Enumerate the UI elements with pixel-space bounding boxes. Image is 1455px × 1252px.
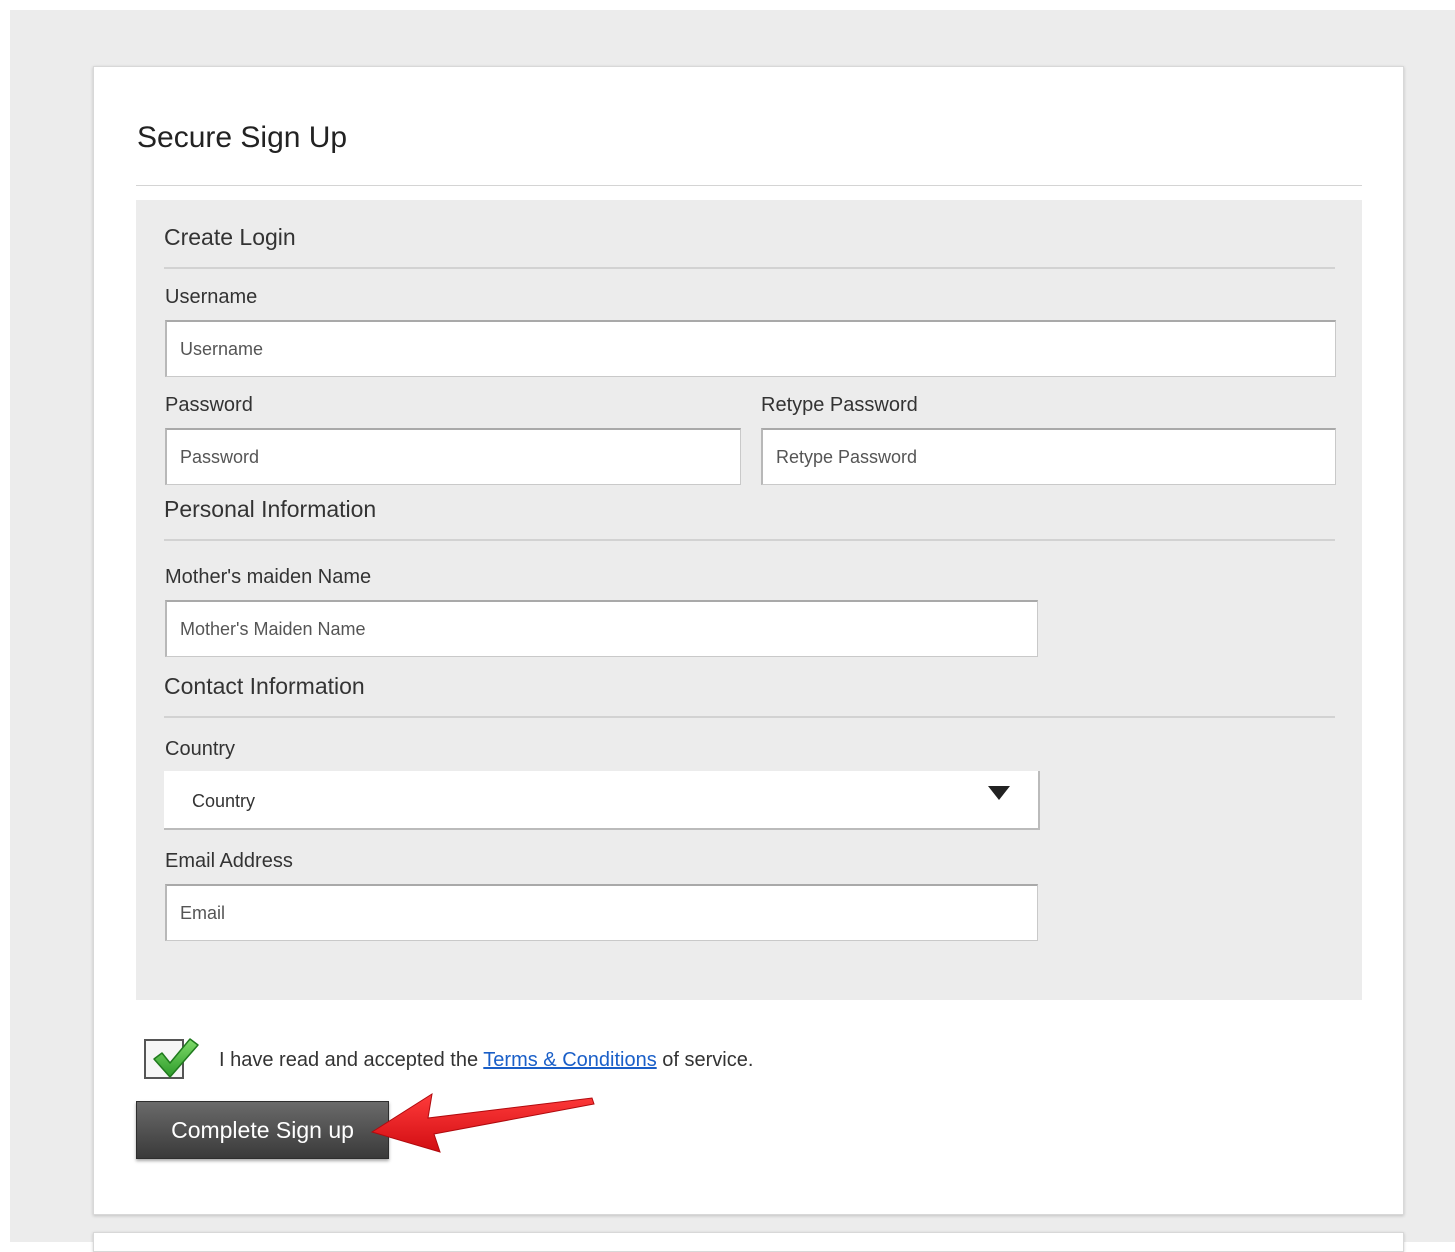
- green-checkmark-icon: [153, 1038, 199, 1078]
- section-divider: [164, 716, 1335, 718]
- signup-card: Secure Sign Up Create Login Username Pas…: [93, 66, 1404, 1215]
- username-label: Username: [165, 286, 258, 308]
- country-select-value: Country: [192, 791, 256, 811]
- retype-password-input[interactable]: [761, 428, 1336, 485]
- country-label: Country: [165, 738, 236, 760]
- complete-signup-button[interactable]: Complete Sign up: [136, 1101, 389, 1159]
- maiden-name-input[interactable]: [165, 600, 1038, 657]
- maiden-name-label: Mother's maiden Name: [165, 566, 372, 588]
- password-input[interactable]: [165, 428, 741, 485]
- terms-suffix: of service.: [662, 1049, 754, 1071]
- country-select[interactable]: Country: [164, 771, 1040, 830]
- title-divider: [136, 185, 1362, 186]
- email-label: Email Address: [165, 850, 293, 872]
- section-divider: [164, 539, 1335, 541]
- terms-checkbox[interactable]: [144, 1038, 199, 1079]
- signup-form-panel: Create Login Username Password Retype Pa…: [136, 200, 1362, 1000]
- section-title-contact-information: Contact Information: [164, 673, 365, 699]
- terms-prefix: I have read and accepted the: [219, 1049, 479, 1071]
- retype-password-label: Retype Password: [761, 394, 918, 416]
- terms-conditions-link[interactable]: Terms & Conditions: [483, 1049, 656, 1071]
- username-input[interactable]: [165, 320, 1336, 377]
- terms-text: I have read and accepted the Terms & Con…: [219, 1049, 753, 1072]
- section-title-personal-information: Personal Information: [164, 496, 377, 522]
- page-title: Secure Sign Up: [137, 121, 348, 154]
- terms-row: I have read and accepted the Terms & Con…: [144, 1035, 944, 1083]
- password-label: Password: [165, 394, 253, 416]
- email-input[interactable]: [165, 884, 1038, 941]
- footer-card: [93, 1232, 1404, 1252]
- section-divider: [164, 267, 1335, 269]
- caret-down-icon: [988, 786, 1010, 800]
- section-title-create-login: Create Login: [164, 224, 296, 250]
